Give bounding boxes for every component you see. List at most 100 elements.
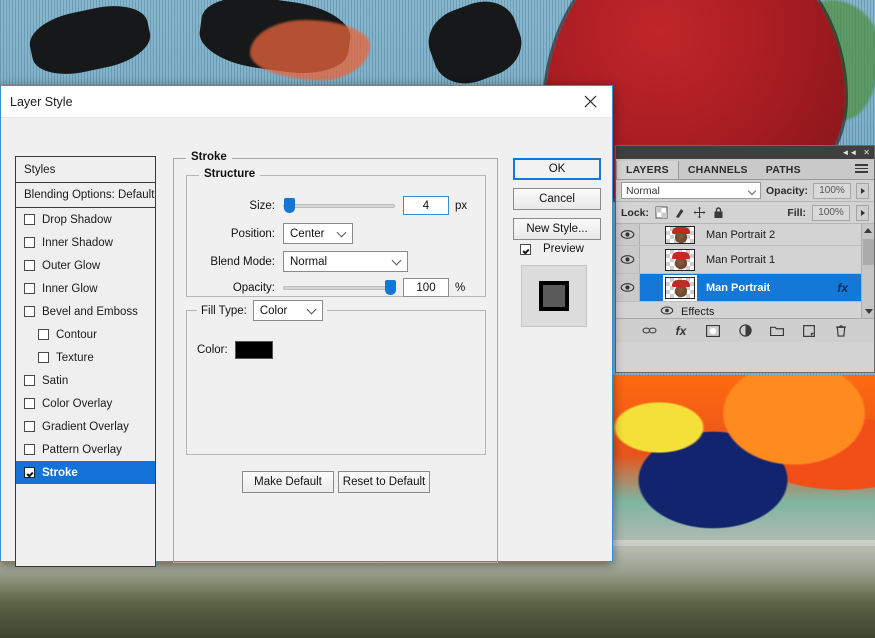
style-item-bevel-and-emboss[interactable]: Bevel and Emboss xyxy=(16,300,155,323)
style-item-drop-shadow[interactable]: Drop Shadow xyxy=(16,208,155,231)
new-style-button[interactable]: New Style... xyxy=(513,218,601,240)
new-group-icon[interactable] xyxy=(770,323,785,338)
blend-mode-select[interactable]: Normal xyxy=(283,251,408,272)
layer-style-dialog: Layer Style Styles Blending Options: Def… xyxy=(0,85,613,562)
table-row[interactable]: Man Portrait 2 xyxy=(616,224,874,246)
style-item-color-overlay[interactable]: Color Overlay xyxy=(16,392,155,415)
layer-effects-row[interactable]: Effects xyxy=(616,302,874,318)
checkbox-icon[interactable] xyxy=(24,237,35,248)
structure-group-title: Structure xyxy=(199,168,260,180)
ok-button[interactable]: OK xyxy=(513,158,601,180)
checkbox-icon[interactable] xyxy=(38,329,49,340)
layer-style-fx-icon[interactable]: fx xyxy=(837,281,848,295)
blending-options-item[interactable]: Blending Options: Default xyxy=(16,183,155,208)
size-unit: px xyxy=(455,200,467,212)
table-row[interactable]: Man Portrait 1 xyxy=(616,246,874,274)
layer-mask-icon[interactable] xyxy=(706,323,721,338)
new-layer-icon[interactable] xyxy=(802,323,817,338)
style-item-label: Outer Glow xyxy=(42,260,100,272)
preview-checkbox-row[interactable]: Preview xyxy=(520,243,584,255)
checkbox-icon[interactable] xyxy=(24,375,35,386)
checkbox-icon[interactable] xyxy=(24,467,35,478)
checkbox-icon[interactable] xyxy=(24,283,35,294)
opacity-input[interactable]: 100 xyxy=(403,278,449,297)
lock-position-icon[interactable] xyxy=(693,206,706,219)
table-row[interactable]: Man Portrait fx xyxy=(616,274,874,302)
style-item-pattern-overlay[interactable]: Pattern Overlay xyxy=(16,438,155,461)
layer-name: Man Portrait 2 xyxy=(706,229,775,241)
link-layers-icon[interactable] xyxy=(642,323,657,338)
style-item-label: Satin xyxy=(42,375,68,387)
position-select[interactable]: Center xyxy=(283,223,353,244)
checkbox-icon[interactable] xyxy=(38,352,49,363)
fill-type-select[interactable]: Color xyxy=(253,300,323,321)
style-item-label: Bevel and Emboss xyxy=(42,306,138,318)
stroke-color-swatch[interactable] xyxy=(235,341,273,359)
delete-layer-icon[interactable] xyxy=(834,323,849,338)
size-input[interactable]: 4 xyxy=(403,196,449,215)
size-slider[interactable] xyxy=(283,204,395,208)
collapse-arrows-icon[interactable]: ◄◄ xyxy=(841,149,857,157)
style-item-stroke[interactable]: Stroke xyxy=(16,461,155,484)
color-label: Color: xyxy=(197,344,228,356)
stroke-settings-panel: Stroke Structure Size: 4 px Positi xyxy=(173,158,498,563)
opacity-slider[interactable] xyxy=(283,286,395,290)
style-item-outer-glow[interactable]: Outer Glow xyxy=(16,254,155,277)
make-default-button[interactable]: Make Default xyxy=(242,471,334,493)
scrollbar-thumb[interactable] xyxy=(863,239,874,265)
layer-visibility-toggle[interactable] xyxy=(616,246,640,273)
checkbox-icon[interactable] xyxy=(24,214,35,225)
layer-blend-mode-select[interactable]: Normal xyxy=(621,182,761,199)
scroll-up-icon[interactable] xyxy=(862,224,874,237)
fill-type-value: Color xyxy=(260,305,287,317)
blend-mode-value: Normal xyxy=(290,256,327,268)
scroll-down-icon[interactable] xyxy=(862,305,874,318)
style-item-label: Color Overlay xyxy=(42,398,112,410)
close-icon[interactable] xyxy=(568,86,612,117)
fill-type-group: Fill Type: Color Color: xyxy=(186,310,486,455)
lock-all-icon[interactable] xyxy=(712,206,725,219)
close-icon[interactable]: ✕ xyxy=(863,149,870,157)
style-item-label: Contour xyxy=(56,329,97,341)
cancel-button[interactable]: Cancel xyxy=(513,188,601,210)
layer-list-scrollbar[interactable] xyxy=(861,224,874,318)
adjustment-layer-icon[interactable] xyxy=(738,323,753,338)
style-item-gradient-overlay[interactable]: Gradient Overlay xyxy=(16,415,155,438)
lock-image-icon[interactable] xyxy=(674,206,687,219)
style-item-inner-glow[interactable]: Inner Glow xyxy=(16,277,155,300)
opacity-value[interactable]: 100% xyxy=(813,183,851,199)
panel-menu-icon[interactable] xyxy=(855,164,868,174)
checkbox-icon[interactable] xyxy=(520,244,531,255)
style-item-contour[interactable]: Contour xyxy=(16,323,155,346)
size-slider-handle[interactable] xyxy=(284,198,295,213)
style-item-inner-shadow[interactable]: Inner Shadow xyxy=(16,231,155,254)
lock-transparency-icon[interactable] xyxy=(655,206,668,219)
effects-visibility-icon[interactable] xyxy=(660,306,674,318)
tab-channels[interactable]: CHANNELS xyxy=(679,161,757,179)
layer-thumbnail xyxy=(665,249,695,271)
chevron-down-icon xyxy=(392,255,402,265)
fill-value[interactable]: 100% xyxy=(812,205,850,221)
checkbox-icon[interactable] xyxy=(24,306,35,317)
layer-visibility-toggle[interactable] xyxy=(616,274,640,301)
reset-to-default-button[interactable]: Reset to Default xyxy=(338,471,430,493)
blend-mode-row: Normal Opacity: 100% xyxy=(616,180,874,202)
opacity-stepper-arrow[interactable] xyxy=(856,183,869,199)
style-item-texture[interactable]: Texture xyxy=(16,346,155,369)
styles-list-header[interactable]: Styles xyxy=(16,157,155,183)
stroke-group-title: Stroke xyxy=(186,151,232,163)
fill-type-label: Fill Type: xyxy=(201,305,247,317)
style-item-satin[interactable]: Satin xyxy=(16,369,155,392)
layers-panel-toolbar: fx xyxy=(616,318,874,342)
checkbox-icon[interactable] xyxy=(24,260,35,271)
opacity-slider-handle[interactable] xyxy=(385,280,396,295)
dialog-title: Layer Style xyxy=(10,95,73,109)
checkbox-icon[interactable] xyxy=(24,398,35,409)
checkbox-icon[interactable] xyxy=(24,421,35,432)
layer-style-fx-icon[interactable]: fx xyxy=(674,323,689,338)
checkbox-icon[interactable] xyxy=(24,444,35,455)
tab-layers[interactable]: LAYERS xyxy=(616,161,679,179)
fill-stepper-arrow[interactable] xyxy=(856,205,869,221)
tab-paths[interactable]: PATHS xyxy=(757,161,810,179)
layer-visibility-toggle[interactable] xyxy=(616,224,640,245)
